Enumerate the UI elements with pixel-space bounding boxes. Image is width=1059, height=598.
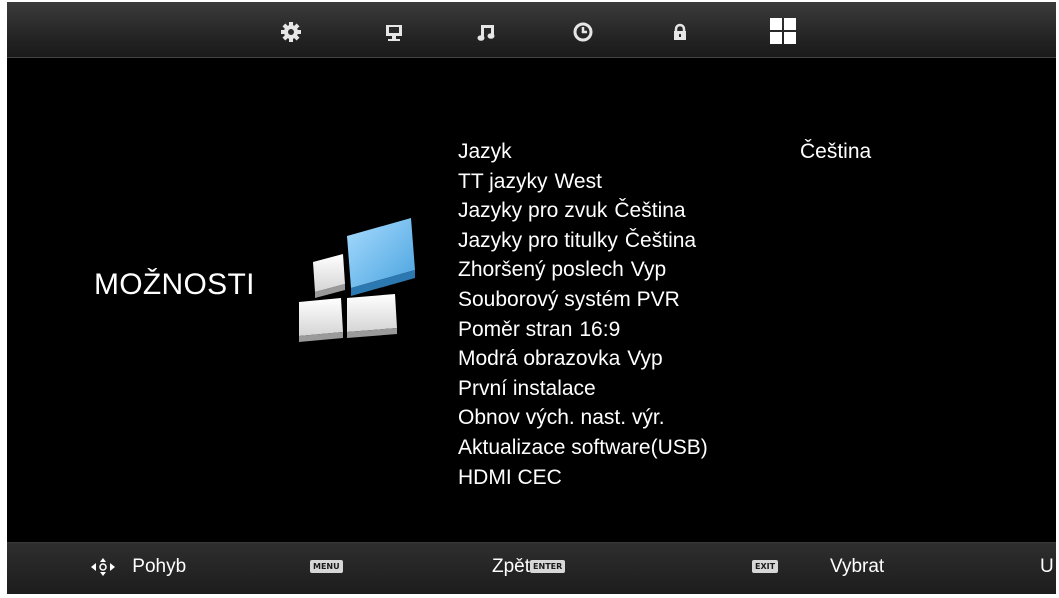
top-tab-bar	[7, 2, 1056, 58]
hint-move-label: Pohyb	[132, 556, 187, 578]
monitor-icon[interactable]	[381, 19, 407, 45]
menu-item-value: Vyp	[630, 258, 667, 282]
menu-item-value: Čeština	[800, 140, 872, 163]
menu-item-zhorseny-poslech[interactable]: Zhoršený poslech Vyp	[458, 255, 1018, 285]
hint-select-label: Vybrat	[830, 556, 885, 577]
menu-item-label: První instalace	[458, 376, 596, 400]
menu-item-value: Čeština	[624, 228, 697, 252]
hint-cut-label: U	[1040, 556, 1054, 577]
menu-item-value: West	[554, 169, 602, 193]
clock-icon[interactable]	[570, 19, 596, 45]
menu-item-jazyk[interactable]: Jazyk Čeština	[458, 137, 1018, 167]
lock-icon[interactable]	[667, 19, 693, 45]
menu-item-jazyky-pro-zvuk[interactable]: Jazyky pro zvuk Čeština	[458, 196, 1018, 226]
menu-item-label: Obnov vých. nast. výr.	[458, 406, 665, 430]
menu-item-label: Jazyky pro titulky	[458, 228, 618, 252]
menu-item-label: Jazyky pro zvuk	[458, 199, 608, 223]
menu-item-modra-obrazovka[interactable]: Modrá obrazovka Vyp	[458, 344, 1018, 374]
menu-item-label: Zhoršený poslech	[458, 258, 624, 282]
options-menu: Jazyk Čeština TT jazyky West Jazyky pro z…	[458, 137, 1018, 492]
options-grid-icon[interactable]	[768, 16, 798, 46]
bottom-hint-bar: Pohyb MENU Zpět ENTER EXIT Vybrat U	[7, 542, 1056, 594]
menu-item-label: Aktualizace software(USB)	[458, 435, 708, 459]
menu-item-label: Poměr stran	[458, 317, 573, 341]
hint-select: Vybrat	[830, 556, 884, 578]
menu-item-label: HDMI CEC	[458, 465, 562, 489]
enter-key-badge: ENTER	[530, 560, 566, 574]
tv-screen: MOŽNOSTI Jazyk Čeština TT jazyky West Ja…	[7, 2, 1056, 594]
menu-item-aktualizace-software[interactable]: Aktualizace software(USB)	[458, 433, 1018, 463]
hint-menu: MENU	[310, 556, 343, 578]
menu-item-value: 16:9	[579, 317, 621, 341]
menu-item-value: Vyp	[627, 347, 663, 371]
menu-key-badge: MENU	[310, 560, 343, 574]
arrows-move-icon	[89, 556, 117, 578]
menu-item-tt-jazyky[interactable]: TT jazyky West	[458, 167, 1018, 197]
menu-item-label: TT jazyky	[458, 169, 548, 193]
menu-item-value: Čeština	[614, 199, 686, 223]
hint-cut-text: U	[1040, 556, 1054, 578]
menu-item-hdmi-cec[interactable]: HDMI CEC	[458, 463, 1018, 493]
menu-item-label: Souborový systém PVR	[458, 287, 680, 311]
exit-key-badge: EXIT	[752, 560, 779, 574]
menu-item-obnov-vych-nast[interactable]: Obnov vých. nast. výr.	[458, 403, 1018, 433]
options-tiles-icon	[285, 212, 425, 342]
hint-move: Pohyb	[89, 556, 186, 578]
section-title: MOŽNOSTI	[94, 268, 255, 301]
menu-item-pomer-stran[interactable]: Poměr stran 16:9	[458, 315, 1018, 345]
music-note-icon[interactable]	[473, 19, 499, 45]
menu-item-souborovy-system-pvr[interactable]: Souborový systém PVR	[458, 285, 1018, 315]
hint-exit: EXIT	[752, 556, 779, 578]
menu-item-jazyky-pro-titulky[interactable]: Jazyky pro titulky Čeština	[458, 226, 1018, 256]
hint-back: Zpět ENTER	[492, 556, 566, 578]
menu-item-label: Modrá obrazovka	[458, 347, 621, 371]
menu-item-prvni-instalace[interactable]: První instalace	[458, 374, 1018, 404]
hint-back-label: Zpět	[492, 556, 531, 577]
gear-icon[interactable]	[278, 19, 304, 45]
menu-item-label: Jazyk	[458, 140, 512, 163]
